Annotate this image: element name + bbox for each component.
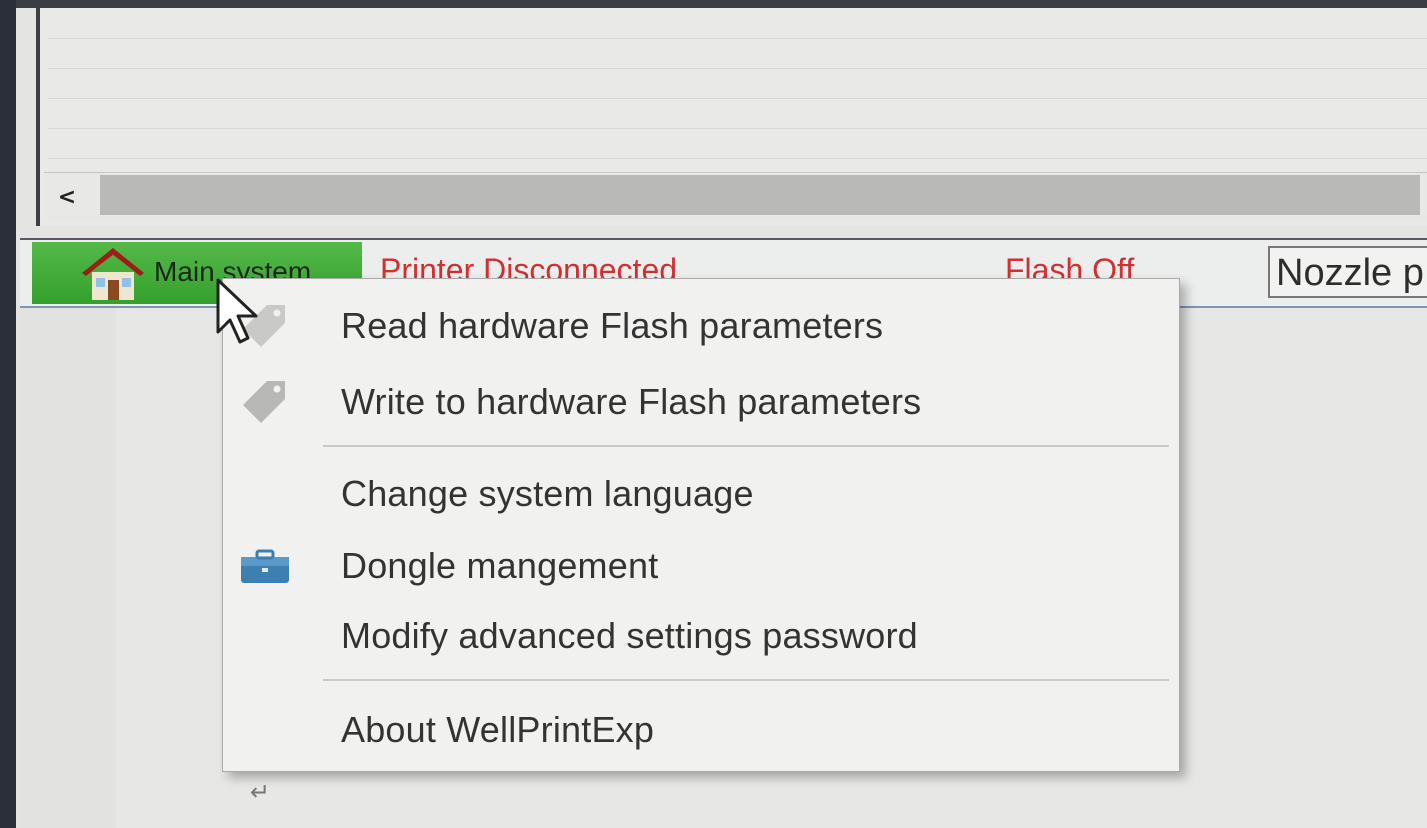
menu-item-modify-password[interactable]: Modify advanced settings password	[223, 605, 1179, 667]
monitor-bezel-top	[0, 0, 1427, 8]
horizontal-scrollbar[interactable]: <	[44, 172, 1427, 221]
menu-separator	[323, 679, 1169, 681]
menu-item-label: Write to hardware Flash parameters	[341, 381, 922, 422]
list-row-divider	[48, 128, 1427, 129]
list-row-divider	[48, 68, 1427, 69]
list-row-divider	[48, 158, 1427, 159]
scrollbar-thumb[interactable]	[100, 175, 1420, 215]
menu-item-dongle-management[interactable]: Dongle mangement	[223, 535, 1179, 597]
nozzle-label: Nozzle p	[1276, 252, 1424, 294]
menu-item-write-flash[interactable]: Write to hardware Flash parameters	[223, 371, 1179, 433]
menu-item-read-flash[interactable]: Read hardware Flash parameters	[223, 295, 1179, 357]
house-icon	[82, 248, 144, 300]
briefcase-icon	[241, 549, 289, 583]
menu-item-label: Change system language	[341, 473, 754, 514]
nozzle-panel-button[interactable]: Nozzle p	[1268, 246, 1427, 298]
menu-item-about[interactable]: About WellPrintExp	[223, 699, 1179, 761]
mouse-cursor-icon	[216, 278, 258, 344]
menu-item-label: Read hardware Flash parameters	[341, 305, 884, 346]
tag-icon	[243, 381, 285, 423]
scroll-left-arrow-icon[interactable]: <	[52, 183, 82, 213]
menu-item-label: Modify advanced settings password	[341, 615, 918, 656]
menu-item-change-language[interactable]: Change system language	[223, 463, 1179, 525]
main-system-context-menu: Read hardware Flash parameters Write to …	[222, 278, 1180, 772]
list-row-divider	[48, 98, 1427, 99]
monitor-bezel-left	[0, 0, 16, 828]
screen: < Main system Printer Disconnected Flash…	[0, 0, 1427, 828]
menu-separator	[323, 445, 1169, 447]
menu-item-label: Dongle mangement	[341, 545, 659, 586]
toolbar-arrow-icon[interactable]: ↵	[250, 778, 280, 808]
menu-item-label: About WellPrintExp	[341, 709, 655, 750]
list-row-divider	[48, 38, 1427, 39]
lower-left-column	[20, 308, 116, 828]
